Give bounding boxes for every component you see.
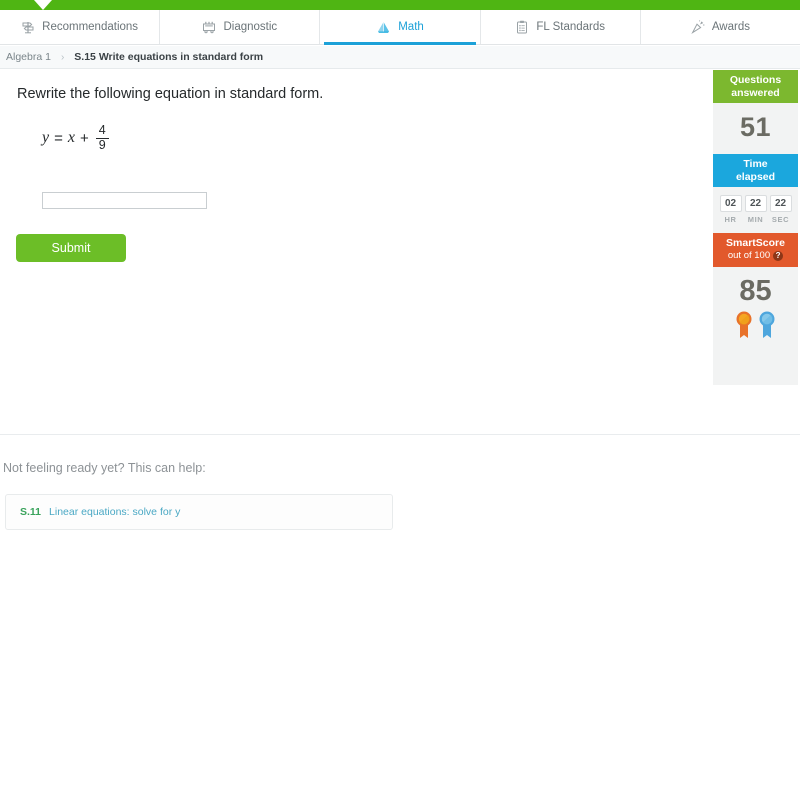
section-divider	[0, 434, 800, 435]
related-skill-name: Linear equations: solve for y	[49, 506, 181, 518]
time-minutes-value: 22	[744, 195, 767, 212]
score-panel: Questions answered 51 Time elapsed 02 22…	[713, 70, 798, 385]
equation-fraction: 4 9	[95, 123, 109, 153]
ribbon-orange-icon	[735, 310, 753, 345]
smartscore-value: 85	[739, 275, 772, 307]
time-elapsed-label-line2: elapsed	[735, 170, 776, 183]
time-minutes-unit: MIN	[747, 215, 764, 224]
time-hours-value: 02	[719, 195, 742, 212]
time-unit-row: HR MIN SEC	[713, 212, 798, 233]
questions-answered-label-line2: answered	[731, 86, 780, 99]
smartscore-title: SmartScore	[726, 237, 785, 249]
party-popper-icon	[691, 20, 705, 34]
fraction-numerator: 4	[98, 123, 106, 137]
questions-answered-label-line1: Questions	[729, 74, 782, 86]
question-prompt: Rewrite the following equation in standa…	[17, 86, 324, 102]
tab-diagnostic[interactable]: Diagnostic	[160, 10, 321, 44]
time-hours-unit: HR	[724, 215, 737, 224]
fraction-denominator: 9	[95, 137, 109, 153]
help-section-title: Not feeling ready yet? This can help:	[3, 461, 206, 475]
topbar-notch-icon	[34, 0, 52, 10]
main-tab-bar: Recommendations Diagnostic Math FL Stand…	[0, 10, 800, 45]
tab-awards[interactable]: Awards	[641, 10, 800, 44]
tab-awards-label: Awards	[711, 21, 750, 33]
related-skill-card[interactable]: S.11 Linear equations: solve for y	[5, 494, 393, 530]
clipboard-icon	[515, 20, 529, 34]
questions-answered-value: 51	[739, 112, 772, 142]
time-elapsed-header: Time elapsed	[713, 154, 798, 187]
breadcrumb-parent[interactable]: Algebra 1	[6, 51, 51, 63]
tab-fl-standards[interactable]: FL Standards	[481, 10, 641, 44]
time-elapsed-label-line1: Time	[743, 158, 768, 170]
smartscore-subtitle-row: out of 100 ?	[715, 250, 796, 263]
equation-term: x	[67, 129, 75, 146]
equation-lhs: y	[42, 129, 50, 146]
submit-button[interactable]: Submit	[16, 234, 126, 262]
related-skill-code: S.11	[20, 506, 42, 518]
time-seconds-unit: SEC	[771, 215, 790, 224]
time-seconds-value: 22	[769, 195, 792, 212]
smartscore-header: SmartScore out of 100 ?	[713, 233, 798, 267]
tab-diagnostic-label: Diagnostic	[223, 21, 278, 33]
tab-recommendations[interactable]: Recommendations	[0, 10, 161, 44]
math-pyramid-icon	[376, 20, 391, 35]
equation-display: y = x + 4 9	[42, 123, 109, 153]
chevron-right-icon: ›	[60, 51, 65, 63]
top-green-bar	[0, 0, 800, 10]
tab-fl-standards-label: FL Standards	[536, 21, 606, 33]
equation-equals: =	[54, 129, 63, 147]
signpost-icon	[21, 20, 35, 34]
questions-answered-header: Questions answered	[713, 70, 798, 103]
breadcrumb: Algebra 1 › S.15 Write equations in stan…	[0, 46, 800, 69]
time-value-row: 02 22 22	[713, 187, 798, 212]
tab-recommendations-label: Recommendations	[42, 21, 139, 33]
breadcrumb-current: S.15 Write equations in standard form	[74, 51, 264, 63]
diagnostic-machine-icon	[202, 20, 216, 34]
tab-math-label: Math	[398, 21, 424, 33]
smartscore-subtitle: out of 100	[727, 249, 771, 261]
tab-math[interactable]: Math	[320, 10, 481, 45]
question-area: Rewrite the following equation in standa…	[0, 69, 712, 434]
award-ribbons	[713, 310, 798, 353]
equation-plus: +	[79, 129, 89, 147]
help-icon[interactable]: ?	[773, 250, 784, 261]
ribbon-blue-icon	[758, 310, 776, 345]
answer-input[interactable]	[42, 192, 207, 209]
